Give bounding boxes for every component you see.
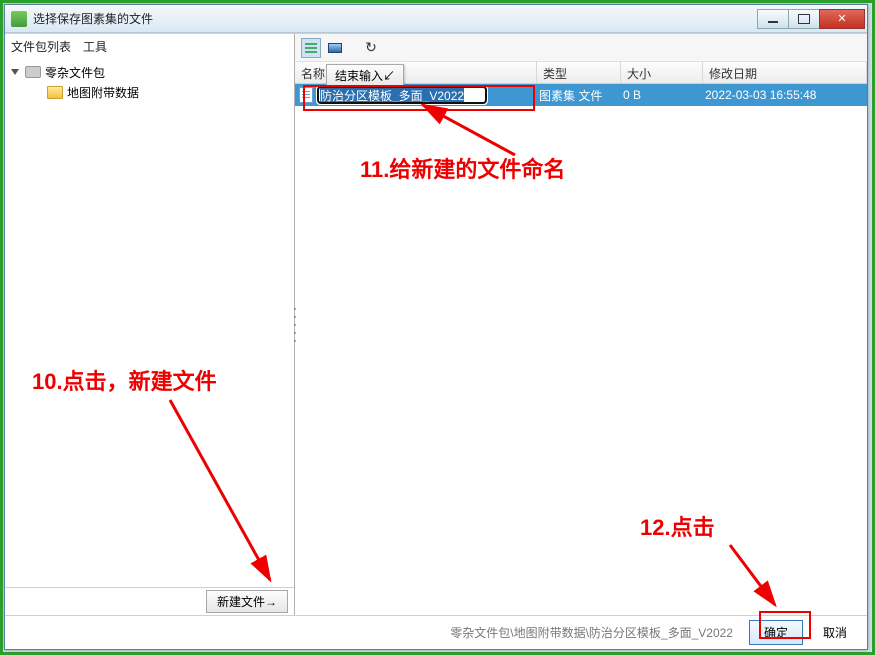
bottom-bar: 零杂文件包\地图附带数据\防治分区模板_多面_V2022 确定 取消 — [5, 615, 867, 649]
view-thumb-button[interactable] — [325, 38, 345, 58]
maximize-button[interactable] — [788, 9, 820, 29]
minimize-button[interactable] — [757, 9, 789, 29]
ok-button[interactable]: 确定 — [749, 620, 803, 645]
window-title: 选择保存图素集的文件 — [33, 10, 758, 27]
tree-root-label: 零杂文件包 — [45, 64, 105, 81]
cell-type: 图素集 文件 — [533, 87, 617, 104]
annotation-11: 11.给新建的文件命名 — [360, 152, 565, 184]
menu-file-list[interactable]: 文件包列表 — [11, 38, 71, 55]
toolbar: ↻ — [295, 34, 867, 62]
menu-tools[interactable]: 工具 — [83, 38, 107, 55]
view-list-button[interactable] — [301, 38, 321, 58]
cell-date: 2022-03-03 16:55:48 — [699, 88, 867, 102]
annotation-10: 10.点击，新建文件 — [32, 364, 217, 396]
close-button[interactable] — [819, 9, 865, 29]
thumbnail-icon — [328, 43, 342, 53]
tree-view[interactable]: 零杂文件包 地图附带数据 — [5, 58, 294, 587]
filename-input[interactable] — [317, 86, 487, 104]
folder-icon — [47, 86, 63, 99]
chevron-down-icon[interactable] — [11, 69, 19, 75]
dialog-window: 选择保存图素集的文件 文件包列表 工具 零杂文件包 地图附带数据 — [4, 4, 868, 650]
menubar: 文件包列表 工具 — [5, 34, 294, 58]
col-type[interactable]: 类型 — [537, 62, 621, 83]
package-icon — [25, 66, 41, 78]
new-file-bar: 新建文件→ — [5, 587, 294, 615]
cell-size: 0 B — [617, 88, 699, 102]
path-text: 零杂文件包\地图附带数据\防治分区模板_多面_V2022 — [15, 624, 739, 641]
col-date[interactable]: 修改日期 — [703, 62, 867, 83]
refresh-icon: ↻ — [365, 39, 377, 56]
left-panel: 文件包列表 工具 零杂文件包 地图附带数据 新建文件→ — [5, 34, 295, 615]
content-area: 文件包列表 工具 零杂文件包 地图附带数据 新建文件→ — [5, 33, 867, 615]
titlebar: 选择保存图素集的文件 — [5, 5, 867, 33]
cancel-button[interactable]: 取消 — [813, 622, 857, 643]
refresh-button[interactable]: ↻ — [361, 38, 381, 58]
finish-input-popup[interactable]: 结束输入↙ — [326, 64, 404, 87]
annotation-12: 12.点击 — [640, 510, 715, 542]
tree-child-row[interactable]: 地图附带数据 — [7, 82, 292, 102]
col-size[interactable]: 大小 — [621, 62, 703, 83]
list-icon — [305, 43, 317, 53]
tree-child-label: 地图附带数据 — [67, 84, 139, 101]
table-row[interactable]: 图素集 文件 0 B 2022-03-03 16:55:48 — [295, 84, 867, 106]
right-panel: ↻ 名称 类型 大小 修改日期 图素集 文件 0 B 2022-03-03 16… — [295, 34, 867, 615]
window-buttons — [758, 9, 865, 29]
app-icon — [11, 11, 27, 27]
tree-root-row[interactable]: 零杂文件包 — [7, 62, 292, 82]
new-file-button[interactable]: 新建文件→ — [206, 590, 288, 613]
file-icon — [299, 87, 313, 103]
